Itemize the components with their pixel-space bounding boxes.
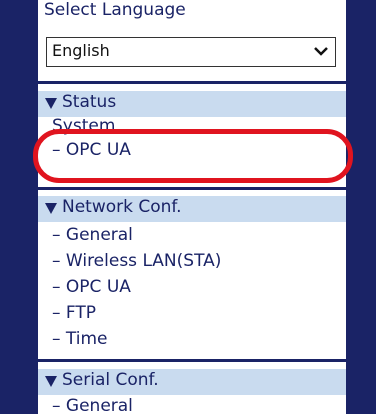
network-ftp-label: FTP (65, 303, 97, 323)
network-time-label: Time (65, 329, 108, 349)
dash-bullet: – (52, 140, 66, 160)
language-select-value: English (52, 41, 110, 60)
dash-bullet: – (52, 329, 66, 349)
serial-general-link[interactable]: – General (52, 396, 133, 414)
select-language-label: Select Language (44, 0, 186, 20)
dash-bullet: – (52, 277, 66, 297)
network-opcua-label: OPC UA (65, 277, 131, 297)
serial-general-label: General (65, 396, 133, 414)
language-select[interactable]: English (46, 37, 336, 67)
status-system-link[interactable]: System (52, 116, 115, 136)
triangle-down-icon (45, 376, 57, 387)
status-section-title: Status (62, 92, 117, 112)
section-divider (38, 81, 346, 84)
section-divider (38, 187, 346, 190)
dash-bullet: – (52, 396, 66, 414)
network-time-link[interactable]: – Time (52, 329, 108, 349)
dash-bullet: – (52, 225, 66, 245)
chevron-down-icon (314, 47, 328, 56)
network-section-header[interactable]: Network Conf. (38, 196, 346, 222)
section-divider (38, 359, 346, 362)
network-section-title: Network Conf. (62, 197, 182, 217)
triangle-down-icon (45, 98, 57, 109)
network-general-link[interactable]: – General (52, 225, 133, 245)
serial-section-header[interactable]: Serial Conf. (38, 369, 346, 395)
network-wireless-lan-label: Wireless LAN(STA) (65, 251, 222, 271)
network-opcua-link[interactable]: – OPC UA (52, 277, 131, 297)
status-opcua-label: OPC UA (65, 140, 131, 160)
triangle-down-icon (45, 203, 57, 214)
dash-bullet: – (52, 303, 66, 323)
serial-section-title: Serial Conf. (62, 370, 159, 390)
status-system-label: System (52, 116, 116, 136)
navigation-panel: Select Language English Status System – … (38, 0, 346, 414)
network-wireless-lan-link[interactable]: – Wireless LAN(STA) (52, 251, 221, 271)
network-ftp-link[interactable]: – FTP (52, 303, 96, 323)
status-opcua-link[interactable]: – OPC UA (52, 140, 131, 160)
network-general-label: General (65, 225, 133, 245)
dash-bullet: – (52, 251, 66, 271)
status-section-header[interactable]: Status (38, 91, 346, 117)
